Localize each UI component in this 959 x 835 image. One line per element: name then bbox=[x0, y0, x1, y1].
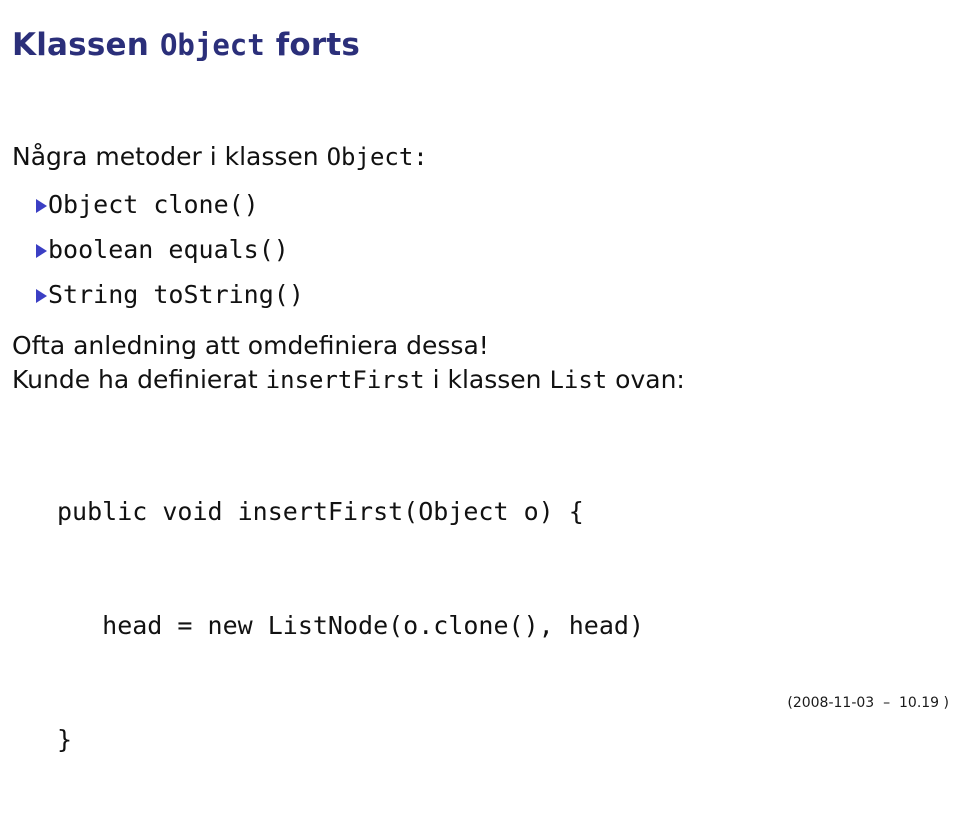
code-sample: public void insertFirst(Object o) { head… bbox=[12, 417, 942, 835]
paragraph-class-name: List bbox=[549, 366, 608, 394]
slide-canvas: Klassen Object forts Några metoder i kla… bbox=[0, 0, 959, 754]
paragraph-line-2-suffix: ovan: bbox=[607, 365, 685, 394]
triangle-right-icon bbox=[36, 289, 47, 303]
code-line-1: public void insertFirst(Object o) { bbox=[57, 497, 584, 526]
paragraph-method-name: insertFirst bbox=[265, 366, 425, 394]
list-item-label: String toString() bbox=[48, 280, 304, 309]
explanation-paragraph: Ofta anledning att omdefiniera dessa! Ku… bbox=[12, 329, 942, 397]
page-title-class-name: Object bbox=[159, 27, 265, 62]
triangle-right-icon bbox=[36, 244, 47, 258]
paragraph-line-2-prefix: Kunde ha definierat bbox=[12, 365, 266, 394]
page-title: Klassen Object forts bbox=[12, 25, 360, 65]
list-item: String toString() bbox=[12, 278, 942, 311]
slide-body: Några metoder i klassen Object: Object c… bbox=[12, 140, 942, 835]
paragraph-line-1: Ofta anledning att omdefiniera dessa! bbox=[12, 331, 489, 360]
list-item-label: Object clone() bbox=[48, 190, 259, 219]
paragraph-line-2: Kunde ha definierat insertFirst i klasse… bbox=[12, 363, 942, 397]
footer-timestamp: (2008-11-03 – 10.19 ) bbox=[787, 695, 949, 711]
page-title-suffix: forts bbox=[264, 26, 361, 63]
triangle-right-icon bbox=[36, 199, 47, 213]
code-line-2: head = new ListNode(o.clone(), head) bbox=[57, 611, 644, 640]
lead-sentence-class-name: Object: bbox=[326, 143, 428, 171]
paragraph-line-2-middle: i klassen bbox=[424, 365, 550, 394]
page-title-prefix: Klassen bbox=[12, 26, 160, 63]
lead-sentence: Några metoder i klassen Object: bbox=[12, 140, 942, 174]
method-list: Object clone() boolean equals() String t… bbox=[12, 188, 942, 311]
code-line-3: } bbox=[57, 725, 73, 754]
lead-sentence-prefix: Några metoder i klassen bbox=[12, 142, 327, 171]
list-item-label: boolean equals() bbox=[48, 235, 289, 264]
list-item: boolean equals() bbox=[12, 233, 942, 266]
list-item: Object clone() bbox=[12, 188, 942, 221]
